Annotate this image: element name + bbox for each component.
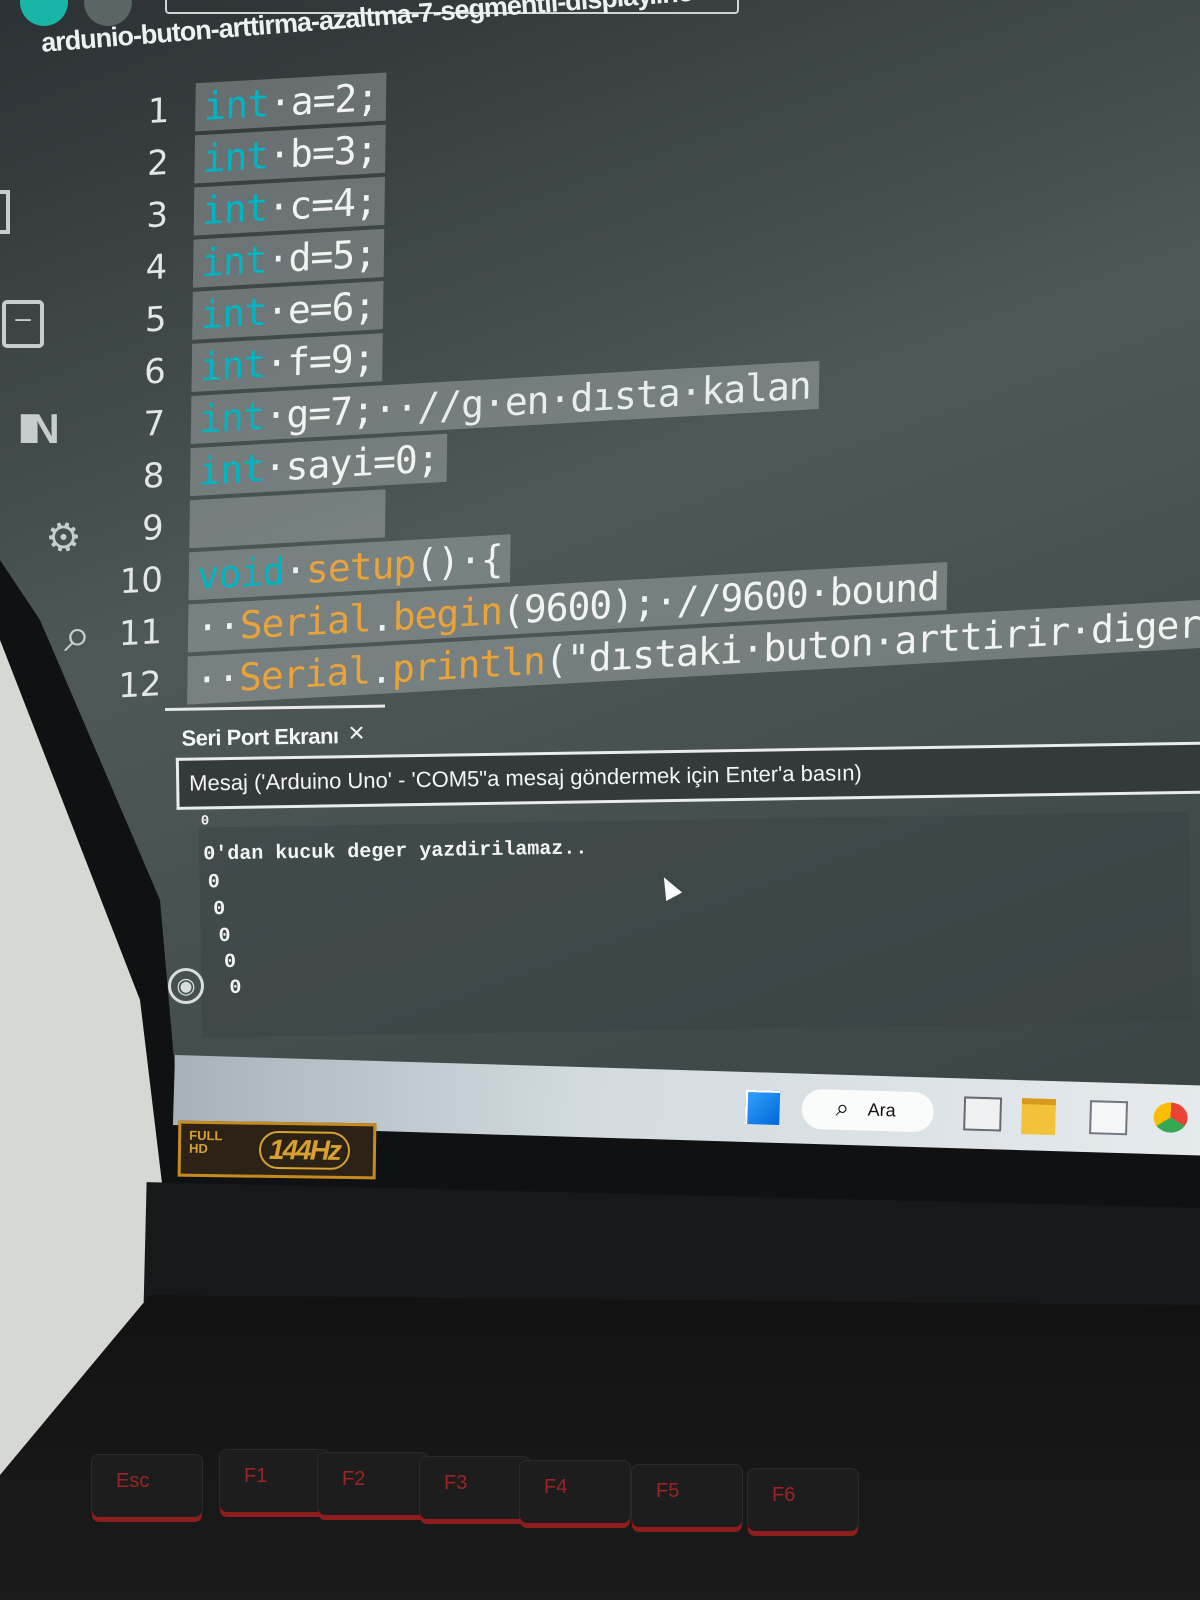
f1-key[interactable]: F1 xyxy=(220,1450,330,1512)
boards-manager-icon[interactable]: – xyxy=(2,300,44,348)
windows-start-icon[interactable] xyxy=(745,1089,781,1125)
code-line: 10 void·setup()·{ xyxy=(103,534,512,609)
output-line: 0 xyxy=(207,871,220,895)
line-number: 3 xyxy=(146,194,169,237)
code-line: 1 int·a=2; xyxy=(109,72,387,140)
line-number: 4 xyxy=(145,247,168,289)
f6-key[interactable]: F6 xyxy=(748,1469,858,1531)
code-line: 9 xyxy=(103,489,386,557)
output-line: 0 xyxy=(200,813,210,830)
esc-key[interactable]: Esc xyxy=(92,1455,202,1517)
line-number: 11 xyxy=(118,611,163,655)
search-icon: ⌕ xyxy=(835,1094,850,1123)
full-hd-badge: FULL HD xyxy=(188,1127,223,1157)
f2-key[interactable]: F2 xyxy=(318,1453,428,1515)
line-number: 8 xyxy=(142,455,165,497)
code-line: 5 int·e=6; xyxy=(106,281,384,349)
f5-key[interactable]: F5 xyxy=(632,1465,742,1527)
store-icon[interactable] xyxy=(1089,1100,1129,1136)
search-icon[interactable]: ⌕ xyxy=(64,612,91,660)
serial-monitor-panel: Seri Port Ekranı × Mesaj ('Arduino Uno' … xyxy=(165,692,1200,1058)
search-label: Ara xyxy=(867,1099,896,1121)
verify-button[interactable] xyxy=(20,0,68,26)
code-text[interactable] xyxy=(189,489,386,549)
code-editor[interactable]: 1 int·a=2; 2 int·b=3; 3 int·c=4; 4 int·d=5; … xyxy=(101,19,1200,722)
close-icon[interactable]: × xyxy=(348,717,365,749)
line-number: 9 xyxy=(141,507,164,549)
code-text[interactable]: int·f=9; xyxy=(191,333,383,392)
line-number: 1 xyxy=(147,90,170,132)
code-text[interactable]: int·b=3; xyxy=(194,124,386,184)
line-number: 10 xyxy=(119,559,164,603)
code-line: 6 int·f=9; xyxy=(106,333,383,401)
display-badge: FULL HD 144Hz xyxy=(177,1120,377,1180)
serial-output: 0 0'dan kucuk deger yazdirilamaz.. 0 0 0… xyxy=(198,811,1193,1038)
line-number: 12 xyxy=(117,664,162,707)
code-text[interactable]: int·d=5; xyxy=(192,228,385,288)
output-line: 0 xyxy=(212,898,226,922)
output-line: 0 xyxy=(218,924,231,949)
file-explorer-icon[interactable] xyxy=(1021,1098,1057,1136)
code-line: 11 ··Serial.begin(9600);·//9600·bound xyxy=(102,562,948,661)
refresh-rate-badge: 144Hz xyxy=(258,1130,351,1171)
f3-key[interactable]: F3 xyxy=(420,1457,530,1519)
account-icon[interactable]: ◉ xyxy=(168,968,204,1004)
code-line: 2 int·b=3; xyxy=(108,124,386,192)
library-manager-icon[interactable]: IIN xyxy=(18,408,60,450)
output-line: 0 xyxy=(229,976,242,1001)
task-view-icon[interactable] xyxy=(963,1096,1003,1132)
taskbar-search[interactable]: ⌕ Ara xyxy=(801,1088,935,1133)
line-number: 5 xyxy=(144,299,167,341)
line-number: 2 xyxy=(146,142,169,185)
line-number: 7 xyxy=(143,403,166,445)
code-text[interactable]: int·sayi=0; xyxy=(189,433,447,497)
code-line: 3 int·c=4; xyxy=(108,176,386,244)
output-line: 0'dan kucuk deger yazdirilamaz.. xyxy=(203,837,588,867)
keyboard: Esc F1 F2 F3 F4 F5 F6 xyxy=(0,1295,1200,1600)
code-line: 12 ··Serial.println("dıstaki·buton·arttir… xyxy=(101,599,1200,713)
output-line: 0 xyxy=(223,950,237,975)
code-line: 8 int·sayi=0; xyxy=(104,433,447,505)
code-text[interactable]: int·e=6; xyxy=(192,281,384,340)
code-text[interactable]: int·c=4; xyxy=(193,176,386,236)
file-tab-title[interactable]: ardunio-buton-arttirma-azaltma-7-segment… xyxy=(40,0,694,59)
f4-key[interactable]: F4 xyxy=(520,1461,630,1523)
debug-icon[interactable]: ⚙ xyxy=(40,511,89,565)
serial-monitor-tab[interactable]: Seri Port Ekranı xyxy=(181,723,338,751)
chrome-icon[interactable] xyxy=(1153,1102,1189,1134)
code-line: 7 int·g=7;··//g·en·dısta·kalan xyxy=(105,360,820,453)
code-line: 4 int·d=5; xyxy=(107,228,385,296)
sketchbook-icon[interactable] xyxy=(0,190,10,234)
code-text[interactable]: int·a=2; xyxy=(195,72,387,132)
screen: ardunio-buton-arttirma-azaltma-7-segment… xyxy=(0,0,1200,1118)
line-number: 6 xyxy=(143,351,167,393)
serial-message-input[interactable]: Mesaj ('Arduino Uno' - 'COM5"a mesaj gön… xyxy=(175,741,1200,810)
